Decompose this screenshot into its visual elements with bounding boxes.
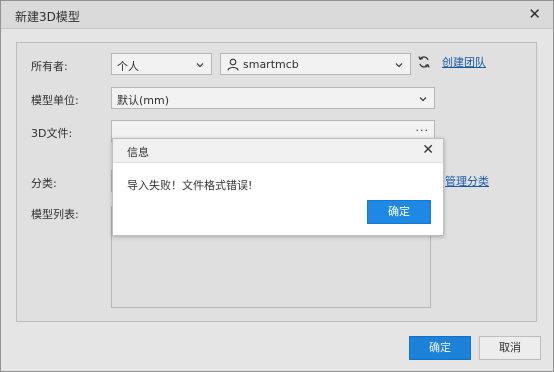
message-header: 信息 ✕ xyxy=(113,139,443,163)
message-title: 信息 xyxy=(127,146,149,159)
message-box: 信息 ✕ 导入失败！文件格式错误! 确定 xyxy=(112,138,444,236)
message-ok-button[interactable]: 确定 xyxy=(367,200,431,224)
message-text: 导入失败！文件格式错误! xyxy=(127,179,253,192)
close-icon[interactable]: ✕ xyxy=(422,142,434,158)
